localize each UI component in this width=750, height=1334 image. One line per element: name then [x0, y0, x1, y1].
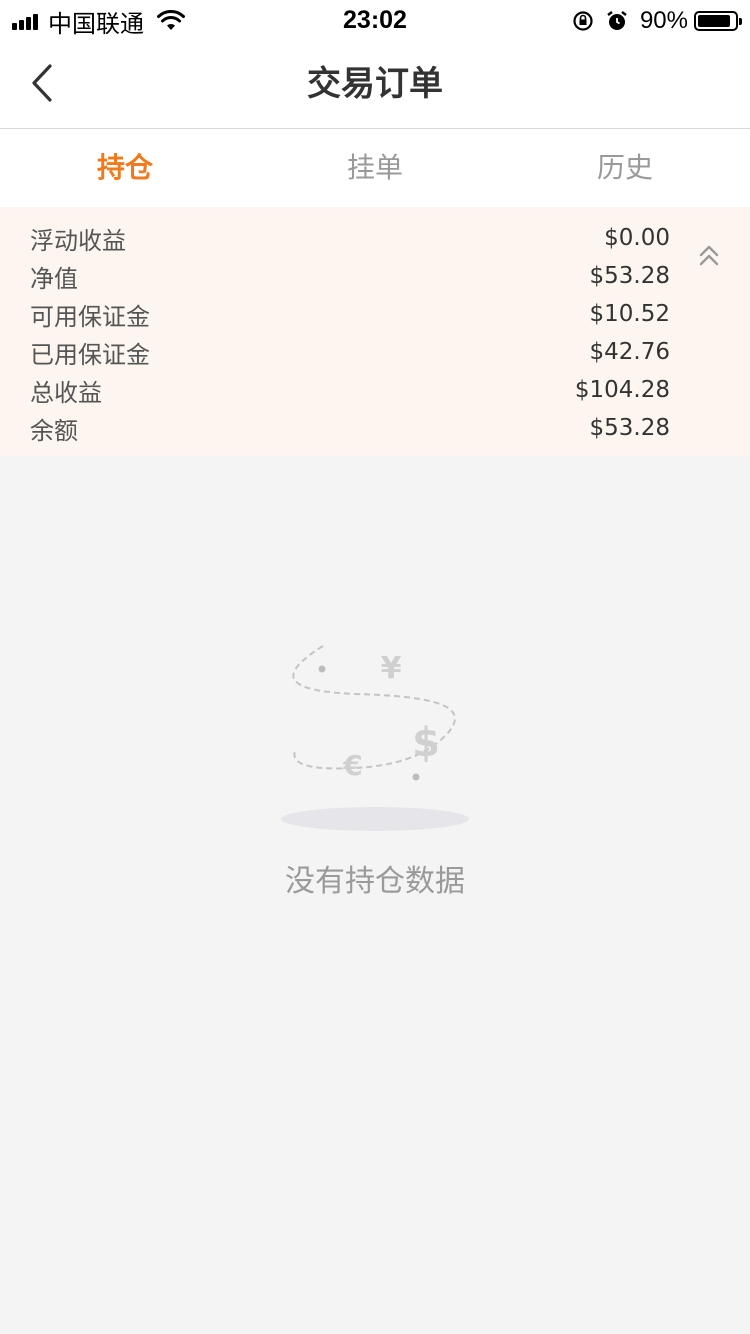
svg-text:€: € — [342, 749, 362, 782]
tab-history[interactable]: 历史 — [500, 129, 750, 207]
battery-percent: 90% — [639, 7, 688, 34]
tab-pending-orders[interactable]: 挂单 — [250, 129, 500, 207]
summary-row-used-margin: 已用保证金 $42.76 — [30, 333, 670, 371]
summary-value: $53.28 — [589, 415, 670, 441]
status-right: 90% — [572, 6, 742, 36]
summary-value: $42.76 — [589, 339, 670, 365]
summary-label: 可用保证金 — [30, 302, 150, 331]
summary-label: 浮动收益 — [30, 226, 126, 255]
summary-row-balance: 余额 $53.28 — [30, 409, 670, 447]
summary-value: $104.28 — [574, 377, 670, 403]
currency-empty-icon: ¥ $ € — [281, 645, 469, 831]
orientation-lock-icon — [573, 11, 593, 31]
svg-text:$: $ — [412, 720, 440, 766]
summary-value: $10.52 — [589, 301, 670, 327]
summary-row-equity: 净值 $53.28 — [30, 257, 670, 295]
summary-label: 总收益 — [30, 378, 102, 407]
summary-row-free-margin: 可用保证金 $10.52 — [30, 295, 670, 333]
nav-bar: 交易订单 — [0, 40, 750, 129]
account-summary: 浮动收益 $0.00 净值 $53.28 可用保证金 $10.52 已用保证金 … — [0, 207, 750, 456]
trade-orders-page: 中国联通 23:02 90% 交易订单 持仓 挂单 历史 浮动收益 $0.00 … — [0, 0, 750, 1334]
double-chevron-up-icon — [699, 245, 719, 266]
summary-row-total-profit: 总收益 $104.28 — [30, 371, 670, 409]
svg-text:¥: ¥ — [381, 651, 402, 686]
summary-label: 余额 — [30, 416, 78, 445]
alarm-icon — [607, 11, 627, 30]
page-title: 交易订单 — [307, 64, 443, 104]
summary-row-floating-pnl: 浮动收益 $0.00 — [30, 219, 670, 257]
order-tabs: 持仓 挂单 历史 — [0, 129, 750, 207]
battery-fill — [698, 15, 731, 27]
tab-positions[interactable]: 持仓 — [0, 129, 250, 207]
summary-label: 已用保证金 — [30, 340, 150, 369]
summary-value: $53.28 — [589, 263, 670, 289]
empty-state-message: 没有持仓数据 — [285, 864, 465, 899]
summary-label: 净值 — [30, 264, 78, 293]
battery-icon — [694, 11, 742, 31]
collapse-summary-button[interactable] — [694, 241, 724, 271]
summary-value: $0.00 — [604, 225, 670, 251]
status-bar: 中国联通 23:02 90% — [0, 0, 750, 40]
